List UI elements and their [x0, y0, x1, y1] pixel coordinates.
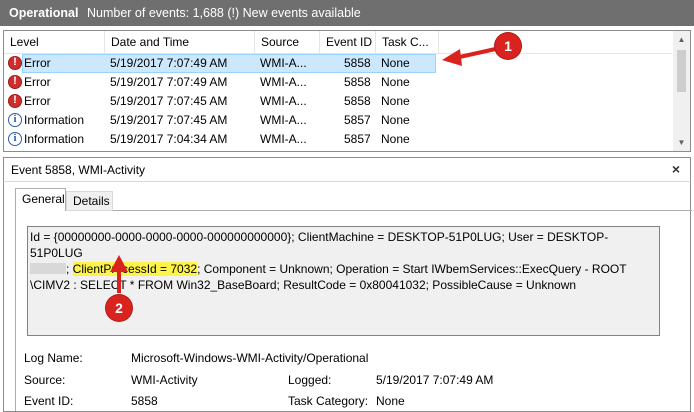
annotation-badge-2: 2 — [106, 295, 132, 321]
annotation-arrow-1 — [454, 46, 501, 60]
tab-general[interactable]: General — [15, 188, 66, 211]
annotation-arrowhead-2 — [110, 255, 128, 272]
annotation-badge-1: 1 — [495, 33, 521, 59]
annotation-arrows — [110, 46, 501, 293]
annotation-arrowhead-1 — [442, 49, 462, 66]
